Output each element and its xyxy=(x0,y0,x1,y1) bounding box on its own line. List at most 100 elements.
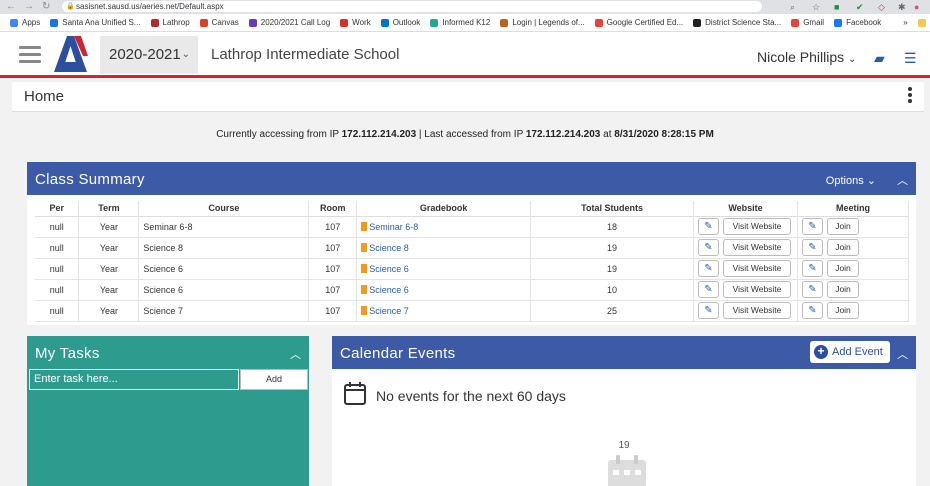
bookmark-item[interactable]: District Science Sta... xyxy=(693,18,781,27)
website-cell: ✎ Visit Website xyxy=(693,300,798,322)
edit-meeting-button[interactable]: ✎ xyxy=(801,260,823,277)
course-cell: Science 6 xyxy=(138,279,310,301)
column-header: Meeting xyxy=(797,201,910,217)
gradebook-link[interactable]: Science 7 xyxy=(369,306,409,316)
bookmark-item[interactable]: Canvas xyxy=(199,18,239,27)
bookmark-label: Santa Ana Unified S... xyxy=(62,18,141,27)
join-meeting-button[interactable]: Join xyxy=(826,239,859,256)
bookmark-item[interactable]: Apps xyxy=(10,18,40,27)
edit-website-button[interactable]: ✎ xyxy=(698,281,719,298)
url-field[interactable]: 🔒 sasisnet.sausd.us/aeries.net/Default.a… xyxy=(62,1,762,12)
term-cell: Year xyxy=(78,258,140,280)
collapse-icon[interactable]: ︿ xyxy=(897,172,908,188)
check-icon[interactable]: ✔ xyxy=(856,1,864,13)
bookmark-icon xyxy=(340,18,349,27)
visit-website-button[interactable]: Visit Website xyxy=(723,239,791,256)
forward-icon[interactable]: → xyxy=(24,1,34,13)
bookmark-label: Apps xyxy=(22,18,41,27)
bookmark-item[interactable]: Lathrop xyxy=(150,18,190,27)
bookmark-item[interactable]: Google Certified Ed... xyxy=(594,18,683,27)
year-selector[interactable]: 2020-2021 ⌄ xyxy=(100,36,198,74)
gradebook-link[interactable]: Science 8 xyxy=(369,243,409,253)
join-meeting-button[interactable]: Join xyxy=(826,260,859,277)
user-menu[interactable]: Nicole Phillips ⌄ xyxy=(757,49,856,65)
total-students-cell: 19 xyxy=(530,237,694,259)
more-options-icon[interactable] xyxy=(902,87,918,107)
edit-website-button[interactable]: ✎ xyxy=(698,260,719,277)
bookmark-item[interactable]: 2020/2021 Call Log xyxy=(248,18,331,27)
back-icon[interactable]: ← xyxy=(6,1,16,13)
join-meeting-button[interactable]: Join xyxy=(826,218,859,235)
bookmark-item[interactable]: Gmail xyxy=(791,18,824,27)
last-access-time: 8/31/2020 8:28:15 PM xyxy=(614,129,714,140)
add-event-button[interactable]: + Add Event xyxy=(810,341,890,363)
panel-title: Calendar Events xyxy=(340,345,456,362)
lock-icon: 🔒 xyxy=(66,3,75,10)
add-task-button[interactable]: Add xyxy=(240,369,308,390)
menu-icon[interactable] xyxy=(19,46,41,64)
bookmark-item[interactable]: » xyxy=(891,18,908,27)
calendar-icon xyxy=(344,382,366,405)
ip-prefix: Currently accessing from IP xyxy=(216,129,342,140)
bookmark-item[interactable]: Santa Ana Unified S... xyxy=(50,18,141,27)
notebook-icon[interactable]: ▰ xyxy=(874,50,885,67)
total-students-cell: 18 xyxy=(530,216,694,238)
term-cell: Year xyxy=(78,216,140,238)
database-icon[interactable]: ☰ xyxy=(904,50,917,67)
period-cell: null xyxy=(35,258,80,280)
year-label: 2020-2021 xyxy=(109,46,181,63)
join-meeting-button[interactable]: Join xyxy=(826,281,859,298)
bookmark-label: District Science Sta... xyxy=(705,18,782,27)
no-events-message: No events for the next 60 days xyxy=(376,388,566,404)
period-cell: null xyxy=(35,300,80,322)
options-dropdown[interactable]: Options ⌄ xyxy=(826,174,876,187)
visit-website-button[interactable]: Visit Website xyxy=(723,302,791,319)
gradebook-cell: Seminar 6-8 xyxy=(356,216,532,238)
visit-website-button[interactable]: Visit Website xyxy=(723,218,791,235)
bookmark-item[interactable]: Facebook xyxy=(834,18,881,27)
table-row: null Year Science 8 107 Science 8 19 ✎ Visit We… xyxy=(35,237,910,259)
course-cell: Science 7 xyxy=(138,300,310,322)
meeting-cell: ✎ Join xyxy=(797,300,910,322)
zoom-icon[interactable]: ⌕ xyxy=(790,1,795,13)
extension-icon[interactable]: ■ xyxy=(834,1,839,13)
bookmark-label: Facebook xyxy=(846,18,882,27)
edit-meeting-button[interactable]: ✎ xyxy=(801,302,823,319)
extension-icon-2[interactable]: ◇ xyxy=(878,1,885,13)
header-divider-red xyxy=(0,76,930,78)
edit-website-button[interactable]: ✎ xyxy=(698,302,719,319)
course-cell: Science 6 xyxy=(138,258,310,280)
star-icon[interactable]: ☆ xyxy=(812,1,820,13)
puzzle-icon[interactable]: ✱ xyxy=(898,1,906,13)
profile-avatar[interactable]: ● xyxy=(914,1,919,13)
gradebook-link[interactable]: Science 6 xyxy=(369,264,409,274)
bookmark-icon xyxy=(150,18,159,27)
bookmark-label: Lathrop xyxy=(162,18,190,27)
edit-meeting-button[interactable]: ✎ xyxy=(801,218,823,235)
bookmark-item[interactable]: Outlook xyxy=(380,18,420,27)
ip-info: Currently accessing from IP 172.112.214.… xyxy=(0,129,930,140)
reload-icon[interactable]: ↻ xyxy=(42,1,50,13)
aeries-logo[interactable] xyxy=(50,34,90,74)
edit-website-button[interactable]: ✎ xyxy=(698,239,719,256)
edit-meeting-button[interactable]: ✎ xyxy=(801,281,823,298)
join-meeting-button[interactable]: Join xyxy=(826,302,859,319)
gradebook-link[interactable]: Science 6 xyxy=(369,285,409,295)
collapse-icon[interactable]: ︿ xyxy=(290,346,301,362)
bookmark-item[interactable]: Work xyxy=(340,18,371,27)
bookmark-item[interactable]: Other bookm xyxy=(917,18,930,27)
visit-website-button[interactable]: Visit Website xyxy=(723,281,791,298)
gradebook-link[interactable]: Seminar 6-8 xyxy=(369,222,418,232)
edit-meeting-button[interactable]: ✎ xyxy=(801,239,823,256)
gradebook-color-marker xyxy=(361,222,368,231)
edit-website-button[interactable]: ✎ xyxy=(698,218,719,235)
gradebook-color-marker xyxy=(361,264,368,273)
bookmark-label: 2020/2021 Call Log xyxy=(260,18,331,27)
task-input[interactable]: Enter task here... xyxy=(29,369,239,390)
collapse-icon[interactable]: ︿ xyxy=(897,346,908,362)
bookmark-icon xyxy=(891,18,900,27)
bookmark-item[interactable]: Login | Legends of... xyxy=(500,18,585,27)
bookmark-icon xyxy=(917,18,926,27)
visit-website-button[interactable]: Visit Website xyxy=(723,260,791,277)
bookmark-item[interactable]: Informed K12 xyxy=(430,18,490,27)
